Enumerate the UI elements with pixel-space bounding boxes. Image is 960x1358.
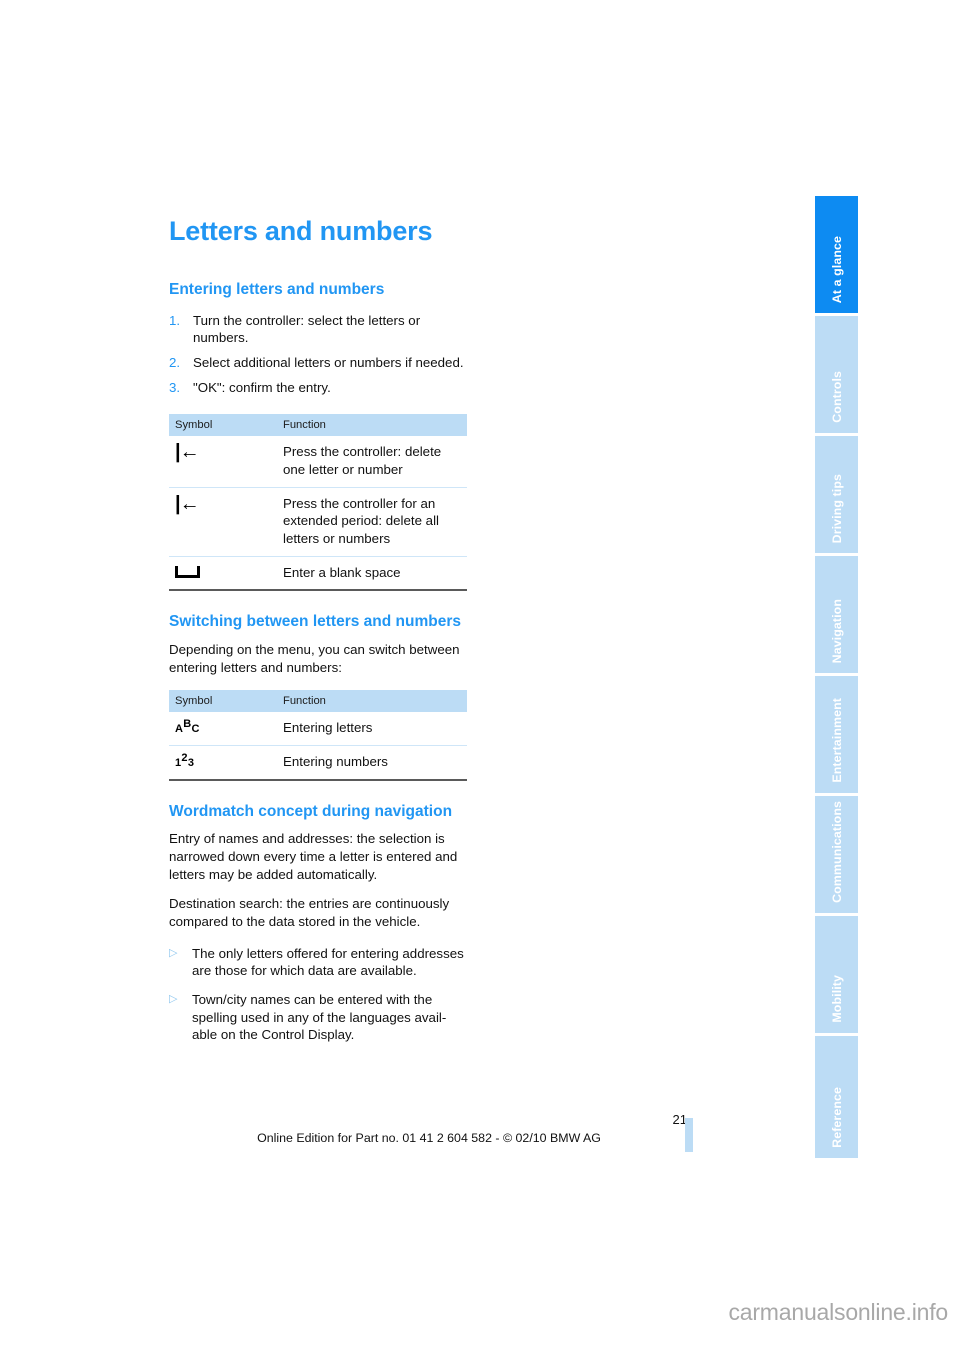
tab-navigation[interactable]: Navigation — [815, 556, 858, 676]
page-content: Letters and numbers Entering letters and… — [169, 216, 469, 1055]
step-number: 2. — [169, 354, 181, 370]
table-header-row: Symbol Function — [169, 414, 467, 437]
wordmatch-paragraph-1: Entry of names and addresses: the select… — [169, 831, 458, 882]
step-text: "OK": confirm the entry. — [193, 379, 331, 395]
column-header-function: Function — [275, 414, 467, 437]
table-cell-function: Entering letters — [283, 720, 373, 736]
tab-entertainment[interactable]: Entertainment — [815, 676, 858, 796]
section-heading-wordmatch: Wordmatch concept during navigation — [169, 802, 453, 820]
table-cell-symbol: 123 — [169, 744, 275, 780]
table-row: |← Press the controller for an extended … — [169, 486, 467, 557]
123-icon: 123 — [175, 751, 195, 769]
triangle-bullet-icon: ▷ — [169, 946, 178, 959]
tab-label: Reference — [829, 1087, 844, 1148]
table-cell-symbol: ABC — [169, 712, 275, 745]
column-header-symbol: Symbol — [169, 414, 275, 437]
symbol-function-table-entering: Symbol Function |← Press the controller:… — [169, 414, 467, 592]
tab-label: Mobility — [829, 975, 844, 1023]
list-item: 3. "OK": confirm the entry. — [169, 379, 469, 397]
tab-label: Driving tips — [829, 473, 844, 543]
list-item: 2. Select additional letters or numbers … — [169, 354, 469, 372]
table-row: Enter a blank space — [169, 555, 467, 591]
chapter-tab-rail: At a glance Controls Driving tips Naviga… — [815, 196, 858, 1158]
tab-label: Navigation — [829, 598, 844, 663]
tab-controls[interactable]: Controls — [815, 316, 858, 436]
table-cell-symbol: |← — [169, 436, 275, 487]
site-watermark: carmanualsonline.info — [728, 1299, 948, 1325]
triangle-bullet-icon: ▷ — [169, 992, 178, 1005]
table-header-row: Symbol Function — [169, 690, 467, 713]
step-text: Turn the controller: select the letters … — [193, 312, 421, 346]
symbol-function-table-switching: Symbol Function ABC Entering letters 123… — [169, 690, 467, 781]
bullet-text: Town/city names can be entered with the … — [192, 991, 447, 1043]
tab-label: Communications — [829, 801, 844, 903]
list-item: ▷ The only letters offered for entering … — [169, 945, 469, 980]
backspace-icon: |← — [175, 492, 200, 515]
tab-at-a-glance[interactable]: At a glance — [815, 196, 858, 316]
table-cell-function: Entering numbers — [275, 744, 467, 780]
table-cell-symbol: |← — [169, 486, 275, 557]
abc-icon: ABC — [175, 718, 200, 736]
footer-marker — [685, 1118, 693, 1152]
step-number: 3. — [169, 379, 181, 395]
entering-steps-list: 1. Turn the controller: select the lette… — [169, 312, 469, 397]
table-row: |← Press the controller: delete one lett… — [169, 436, 467, 487]
tab-communications[interactable]: Communications — [815, 796, 858, 916]
table-cell-function: Press the controller for an extended per… — [275, 486, 467, 557]
page-title: Letters and numbers — [169, 216, 433, 246]
tab-label: Entertainment — [829, 698, 844, 783]
tab-reference[interactable]: Reference — [815, 1036, 858, 1158]
table-cell-function: Enter a blank space — [275, 555, 467, 591]
section-heading-switching: Switching between letters and numbers — [169, 613, 461, 631]
wordmatch-paragraph-2: Destination search: the entries are cont… — [169, 896, 450, 929]
step-text: Select additional letters or numbers if … — [193, 354, 464, 370]
tab-label: Controls — [829, 371, 844, 423]
blank-space-icon — [175, 565, 200, 578]
tab-label: At a glance — [829, 235, 844, 303]
tab-driving-tips[interactable]: Driving tips — [815, 436, 858, 556]
edition-line: Online Edition for Part no. 01 41 2 604 … — [257, 1130, 601, 1145]
manual-page: Letters and numbers Entering letters and… — [0, 0, 960, 1358]
step-number: 1. — [169, 312, 181, 328]
wordmatch-bullet-list: ▷ The only letters offered for entering … — [169, 945, 469, 1044]
section-heading-entering: Entering letters and numbers — [169, 281, 385, 299]
column-header-symbol: Symbol — [169, 690, 275, 713]
list-item: ▷ Town/city names can be entered with th… — [169, 991, 469, 1044]
bullet-text: The only letters offered for entering ad… — [192, 945, 464, 979]
page-footer: 21 Online Edition for Part no. 01 41 2 6… — [169, 1112, 689, 1145]
backspace-icon: |← — [175, 441, 200, 464]
column-header-function: Function — [275, 690, 467, 713]
switching-intro-text: Depending on the menu, you can switch be… — [169, 641, 460, 675]
table-row: 123 Entering numbers — [169, 744, 467, 780]
page-number: 21 — [672, 1112, 687, 1127]
table-cell-symbol — [169, 555, 275, 591]
tab-mobility[interactable]: Mobility — [815, 916, 858, 1036]
table-cell-function: Press the controller: delete one letter … — [283, 444, 442, 477]
table-row: ABC Entering letters — [169, 712, 467, 745]
list-item: 1. Turn the controller: select the lette… — [169, 312, 469, 347]
